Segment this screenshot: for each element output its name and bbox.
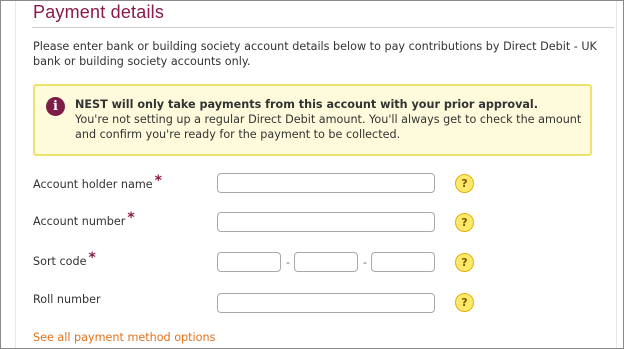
window-frame: Payment details Please enter bank or bui… [0, 0, 624, 349]
roll-number-input[interactable] [217, 293, 435, 313]
intro-text: Please enter bank or building society ac… [33, 40, 597, 68]
sort-code-separator: - [363, 256, 367, 269]
roll-number-label: Roll number [33, 293, 101, 306]
roll-number-help-icon[interactable]: ? [455, 293, 474, 312]
notice-body: You're not setting up a regular Direct D… [75, 113, 582, 141]
required-marker: * [127, 210, 135, 226]
account-holder-input[interactable] [217, 173, 435, 193]
account-number-input[interactable] [217, 212, 435, 232]
page-title: Payment details [33, 2, 165, 22]
account-number-help-icon[interactable]: ? [455, 213, 474, 232]
approval-notice: i NEST will only take payments from this… [33, 84, 592, 156]
account-number-label: Account number * [33, 210, 135, 228]
notice-text: NEST will only take payments from this a… [75, 97, 585, 142]
see-all-payment-options-link[interactable]: See all payment method options [33, 331, 215, 344]
required-marker: * [154, 173, 162, 189]
sort-code-input-1[interactable] [217, 252, 281, 272]
account-holder-help-icon[interactable]: ? [455, 174, 474, 193]
info-icon: i [46, 97, 65, 116]
content-panel: Payment details Please enter bank or bui… [15, 1, 617, 348]
title-divider [32, 27, 614, 28]
sort-code-help-icon[interactable]: ? [455, 253, 474, 272]
account-holder-label: Account holder name * [33, 173, 162, 191]
sort-code-label: Sort code * [33, 250, 96, 268]
sort-code-separator: - [286, 256, 290, 269]
sort-code-input-2[interactable] [294, 252, 358, 272]
required-marker: * [88, 250, 96, 266]
notice-heading: NEST will only take payments from this a… [75, 98, 539, 111]
sort-code-input-3[interactable] [371, 252, 435, 272]
